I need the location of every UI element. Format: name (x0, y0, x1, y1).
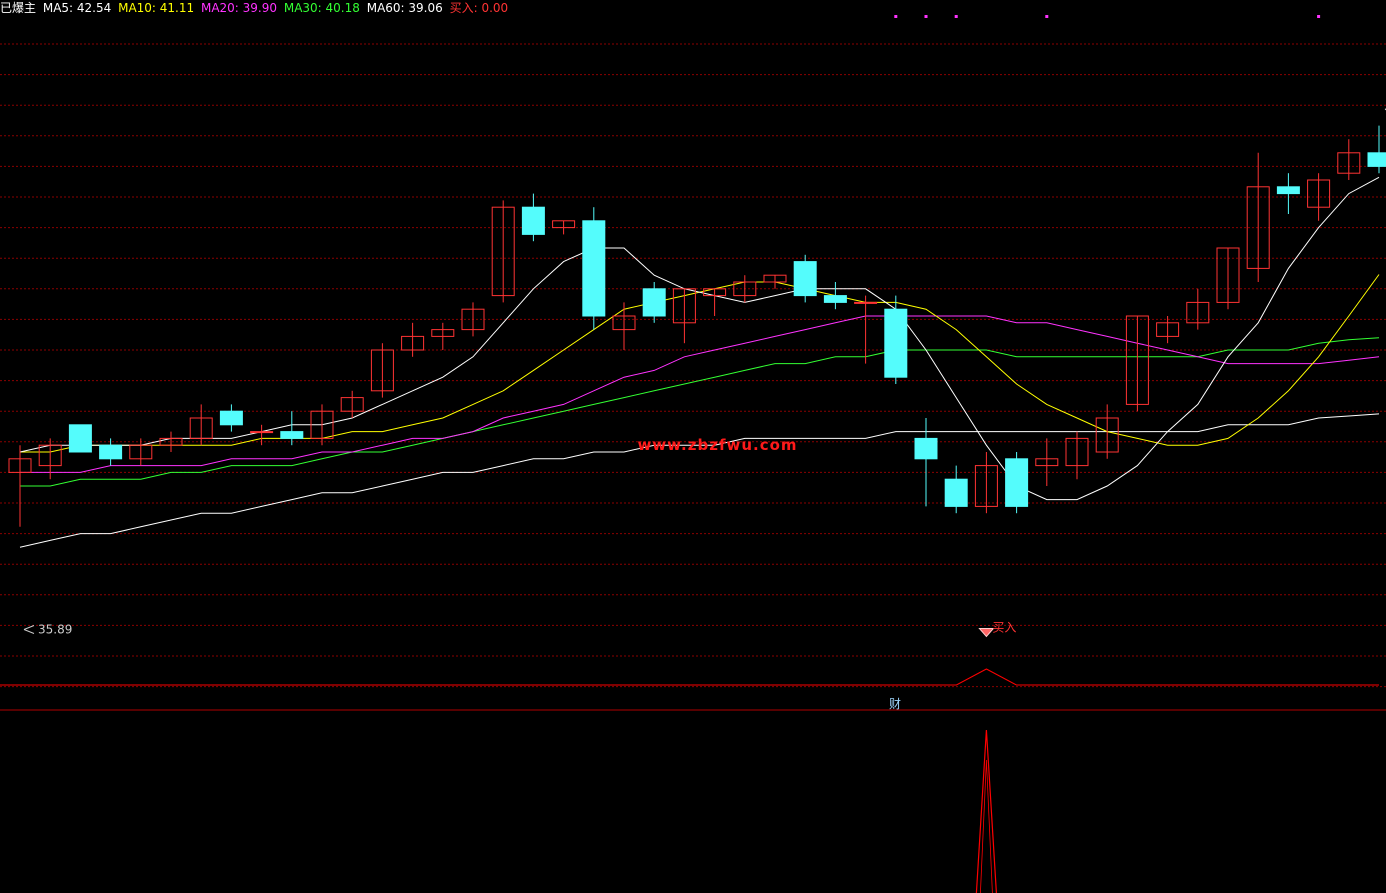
sub-panel-label: 财 (889, 697, 902, 711)
candle-down (1005, 458, 1029, 507)
legend-ma30: MA30: 40.18 (283, 1, 360, 15)
buy-marker-label: 买入 (992, 620, 1016, 634)
legend-ma20: MA20: 39.90 (200, 1, 278, 15)
buy-diamond-icon (978, 627, 995, 638)
candle-down (219, 410, 243, 426)
candle-down (884, 308, 908, 378)
legend-ma60: MA60: 39.06 (366, 1, 443, 15)
low-label: 35.89 (38, 622, 72, 636)
candle-down (793, 261, 817, 297)
candle-down (944, 478, 968, 507)
candle-up (854, 301, 878, 304)
top-marker (894, 15, 898, 18)
candle-down (582, 220, 606, 317)
candle-down (642, 288, 666, 317)
legend-ma5: MA5: 42.54 (42, 1, 112, 15)
low-arrow (23, 625, 35, 634)
signal-line (0, 668, 1379, 686)
candle-down (521, 206, 545, 235)
top-marker (1045, 15, 1049, 18)
signal-spike-inner (980, 759, 993, 893)
legend-buy: 买入: 0.00 (449, 1, 509, 15)
ma60-line (19, 413, 1380, 548)
signal-spike (975, 729, 997, 893)
watermark-text: www.zbzfwu.com (637, 436, 798, 454)
top-marker (1317, 15, 1321, 18)
top-marker (954, 15, 958, 18)
top-marker (924, 15, 928, 18)
candle-up (250, 431, 274, 434)
indicator-legend: 已爆主 MA5: 42.54 MA10: 41.11 MA20: 39.90 M… (0, 0, 511, 16)
legend-ma10: MA10: 41.11 (118, 1, 195, 15)
candle-down (1367, 152, 1386, 167)
legend-title: 已爆主 (0, 1, 37, 15)
candle-down (823, 295, 847, 303)
candle-down (1276, 186, 1300, 195)
